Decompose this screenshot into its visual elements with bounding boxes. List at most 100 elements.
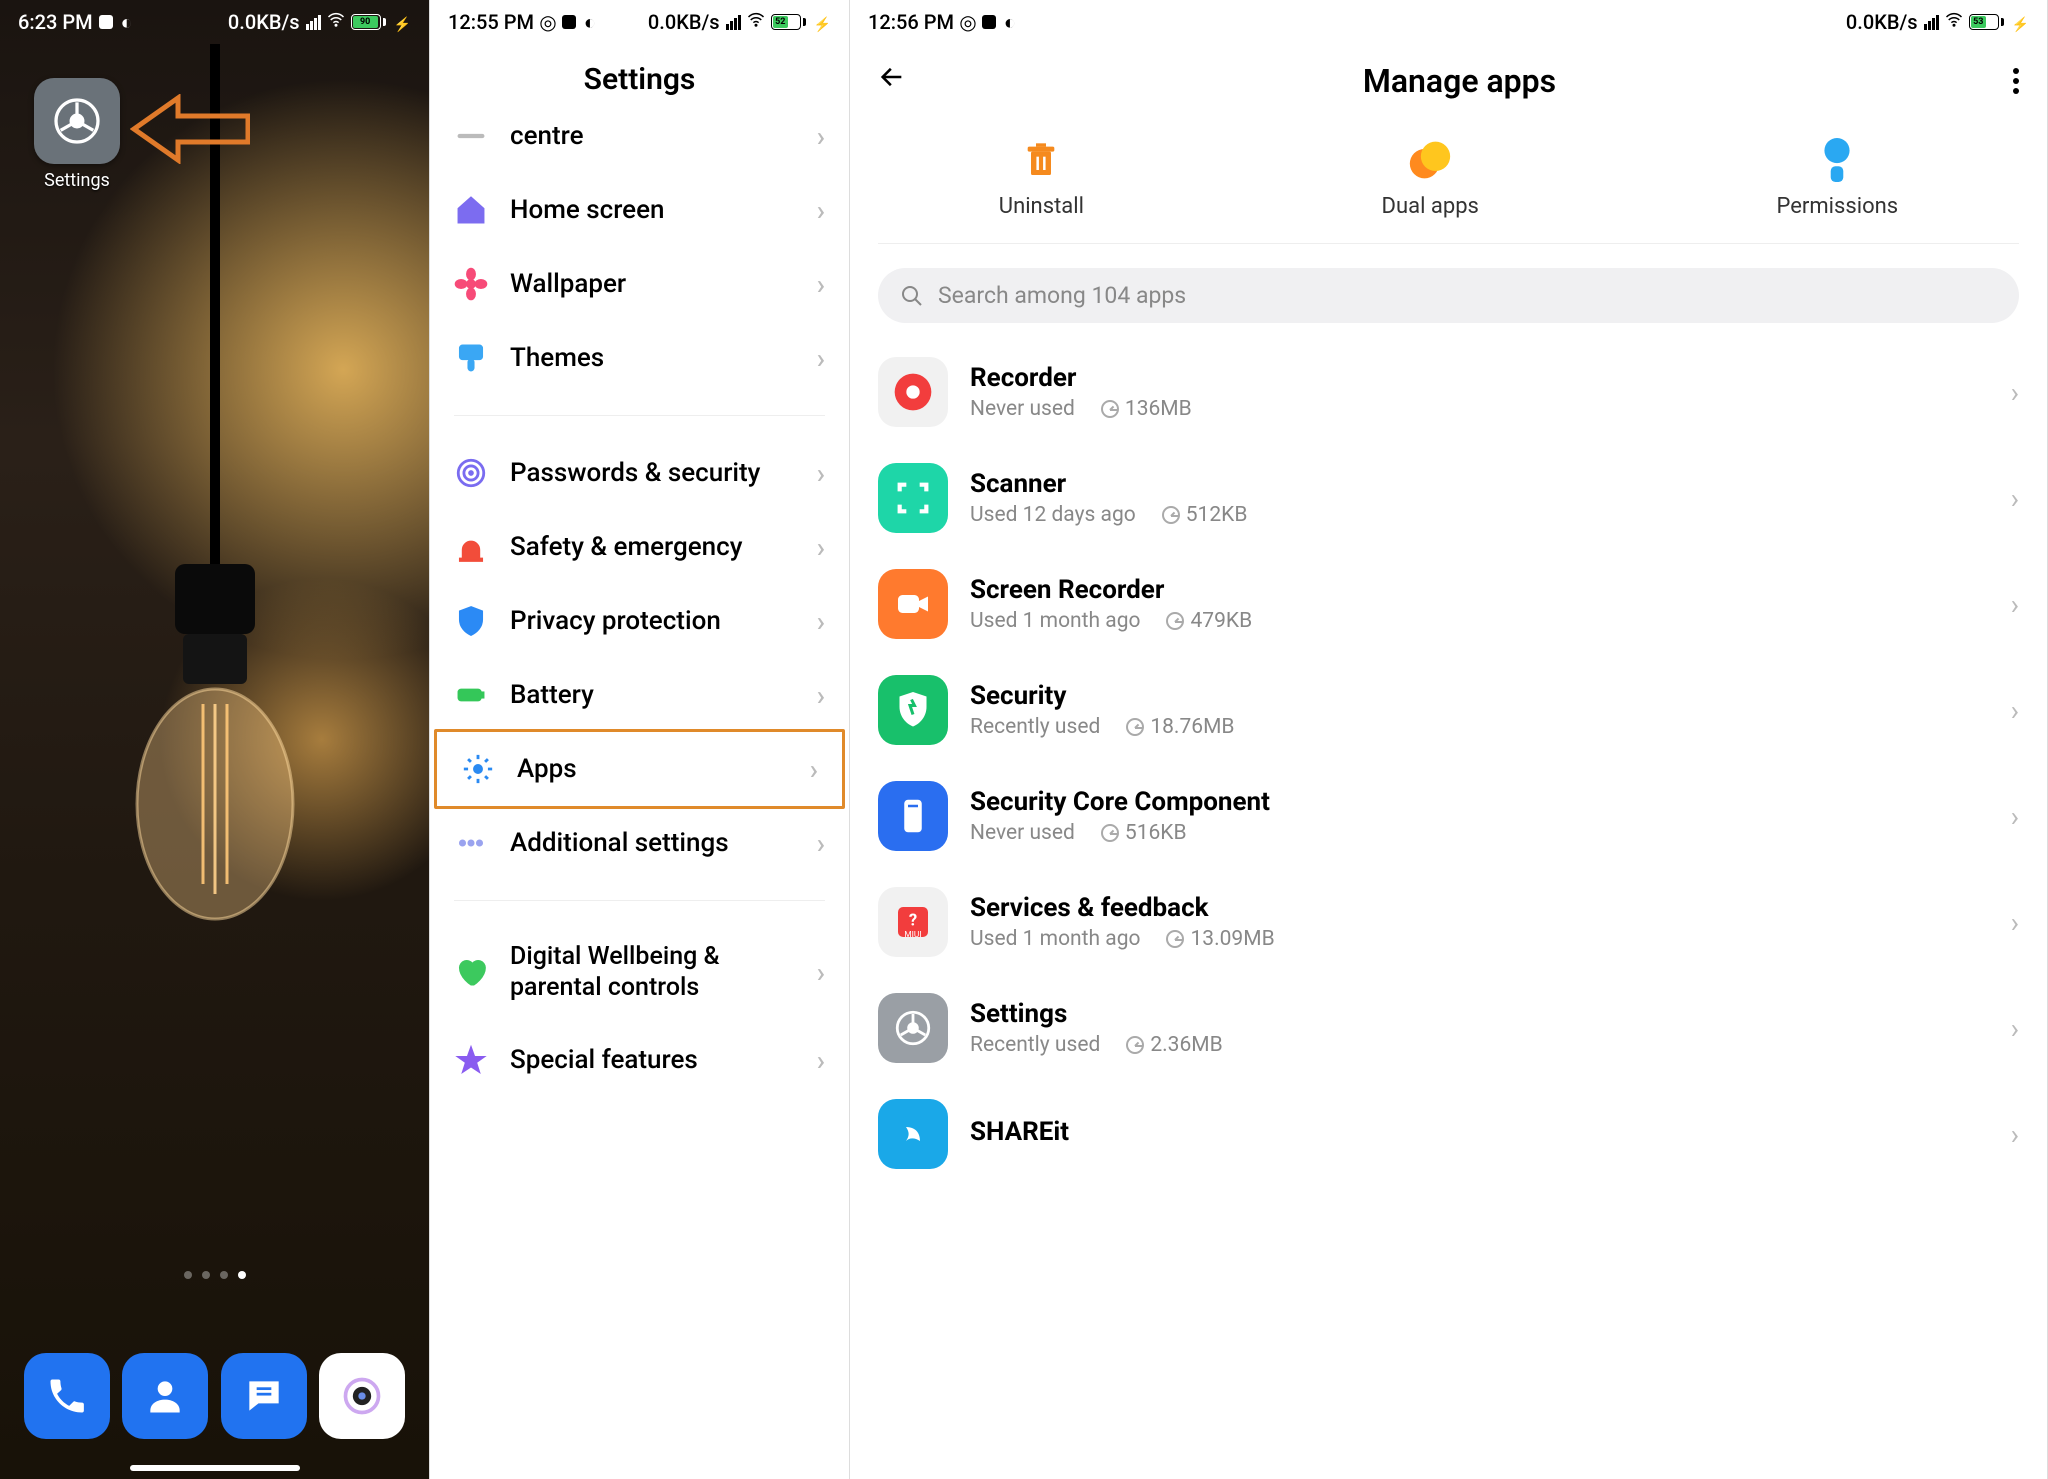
settings-item-safety-emergency[interactable]: Safety & emergency › [430, 510, 849, 584]
page-indicator[interactable] [184, 1271, 246, 1279]
app-row-shareit[interactable]: SHAREit › [850, 1081, 2047, 1187]
app-usage: Recently used [970, 1033, 1100, 1057]
app-size: 13.09MB [1166, 927, 1274, 951]
wifi-icon [327, 10, 345, 34]
settings-item-label: Additional settings [510, 827, 795, 860]
chevron-right-icon: › [817, 194, 825, 227]
charging-icon [812, 10, 831, 34]
camera-app[interactable] [319, 1353, 405, 1439]
status-instagram-icon: ◎ [960, 14, 976, 30]
status-netspeed: 0.0KB/s [228, 10, 300, 34]
battery-icon [454, 678, 488, 712]
app-list[interactable]: Recorder Never used 136MB › Scanner Used… [850, 339, 2047, 1187]
svg-text:?: ? [909, 911, 917, 930]
status-bar: 12:55 PM ◎ ◐ 0.0KB/s 52 [430, 0, 849, 44]
app-row-security-core-component[interactable]: Security Core Component Never used 516KB… [850, 763, 2047, 869]
messages-app[interactable] [221, 1353, 307, 1439]
settings-item-label: Privacy protection [510, 605, 795, 638]
chevron-right-icon: › [2011, 1012, 2019, 1045]
app-row-settings[interactable]: Settings Recently used 2.36MB › [850, 975, 2047, 1081]
status-time: 6:23 PM [18, 10, 93, 34]
home-icon [454, 193, 488, 227]
app-row-scanner[interactable]: Scanner Used 12 days ago 512KB › [850, 445, 2047, 551]
status-app-icon: ◐ [582, 14, 598, 30]
chevron-right-icon: › [2011, 588, 2019, 621]
app-size: 479KB [1166, 609, 1252, 633]
app-name: Settings [970, 999, 1989, 1029]
settings-item-privacy-protection[interactable]: Privacy protection › [430, 584, 849, 658]
overflow-menu-button[interactable] [2013, 68, 2019, 94]
app-name: Security Core Component [970, 787, 1989, 817]
app-name: Security [970, 681, 1989, 711]
settings-item-label: Digital Wellbeing & parental controls [510, 941, 795, 1004]
chevron-right-icon: › [817, 605, 825, 638]
status-app-icon: ◐ [1002, 14, 1018, 30]
settings-item-home-screen[interactable]: Home screen › [430, 173, 849, 247]
storage-icon [1166, 612, 1184, 630]
settings-item-wallpaper[interactable]: Wallpaper › [430, 247, 849, 321]
divider [454, 900, 825, 901]
settings-item-label: Passwords & security [510, 457, 795, 490]
contacts-app[interactable] [122, 1353, 208, 1439]
app-row-services-feedback[interactable]: ?MIUI Services & feedback Used 1 month a… [850, 869, 2047, 975]
annotation-arrow-icon [130, 94, 250, 168]
settings-item-battery[interactable]: Battery › [430, 658, 849, 732]
quick-action-label: Uninstall [999, 194, 1084, 219]
settings-item-apps[interactable]: Apps › [434, 729, 845, 809]
brush-icon [454, 341, 488, 375]
search-placeholder: Search among 104 apps [938, 282, 1186, 309]
star-icon [454, 1044, 488, 1078]
dock [0, 1353, 429, 1439]
settings-title: Settings [430, 44, 849, 119]
status-netspeed: 0.0KB/s [1846, 10, 1918, 34]
settings-item-centre[interactable]: centre › [430, 119, 849, 173]
settings-item-additional-settings[interactable]: Additional settings › [430, 806, 849, 880]
settings-item-digital-wellbeing-parental-controls[interactable]: Digital Wellbeing & parental controls › [430, 921, 849, 1024]
app-size: 2.36MB [1126, 1033, 1222, 1057]
app-subtext: Used 12 days ago 512KB [970, 503, 1989, 527]
settings-list[interactable]: centre › Home screen › Wallpaper › Theme… [430, 119, 849, 1098]
app-row-recorder[interactable]: Recorder Never used 136MB › [850, 339, 2047, 445]
app-icon [878, 781, 948, 851]
app-subtext: Used 1 month ago 479KB [970, 609, 1989, 633]
app-icon [878, 569, 948, 639]
chevron-right-icon: › [817, 457, 825, 490]
app-usage: Used 1 month ago [970, 609, 1140, 633]
settings-app[interactable]: Settings [34, 78, 120, 191]
quick-action-uninstall[interactable]: Uninstall [999, 136, 1084, 219]
signal-icon [726, 15, 741, 30]
manage-apps-pane: 12:56 PM ◎ ◐ 0.0KB/s 53 Manage apps [850, 0, 2048, 1479]
divider [878, 243, 2019, 244]
quick-action-permissions[interactable]: Permissions [1777, 136, 1899, 219]
status-indicator-icon [982, 15, 996, 29]
settings-pane: 12:55 PM ◎ ◐ 0.0KB/s 52 Settings centre … [430, 0, 850, 1479]
phone-app[interactable] [24, 1353, 110, 1439]
app-subtext: Never used 516KB [970, 821, 1989, 845]
app-row-screen-recorder[interactable]: Screen Recorder Used 1 month ago 479KB › [850, 551, 2047, 657]
quick-action-dual-apps[interactable]: Dual apps [1382, 136, 1479, 219]
app-usage: Never used [970, 821, 1075, 845]
settings-item-passwords-security[interactable]: Passwords & security › [430, 436, 849, 510]
heart-icon [454, 955, 488, 989]
back-button[interactable] [878, 63, 906, 99]
settings-item-themes[interactable]: Themes › [430, 321, 849, 395]
chevron-right-icon: › [2011, 376, 2019, 409]
app-usage: Recently used [970, 715, 1100, 739]
gear-icon [461, 752, 495, 786]
chevron-right-icon: › [817, 827, 825, 860]
search-input[interactable]: Search among 104 apps [878, 268, 2019, 323]
settings-item-special-features[interactable]: Special features › [430, 1024, 849, 1098]
app-size: 136MB [1101, 397, 1192, 421]
status-time: 12:55 PM [448, 10, 534, 34]
app-icon: ?MIUI [878, 887, 948, 957]
home-indicator[interactable] [130, 1465, 300, 1471]
settings-item-label: Wallpaper [510, 268, 795, 301]
app-name: Services & feedback [970, 893, 1989, 923]
app-usage: Used 12 days ago [970, 503, 1136, 527]
app-name: Screen Recorder [970, 575, 1989, 605]
flower-icon [454, 267, 488, 301]
app-size: 512KB [1162, 503, 1248, 527]
status-netspeed: 0.0KB/s [648, 10, 720, 34]
settings-item-label: Themes [510, 342, 795, 375]
app-row-security[interactable]: Security Recently used 18.76MB › [850, 657, 2047, 763]
